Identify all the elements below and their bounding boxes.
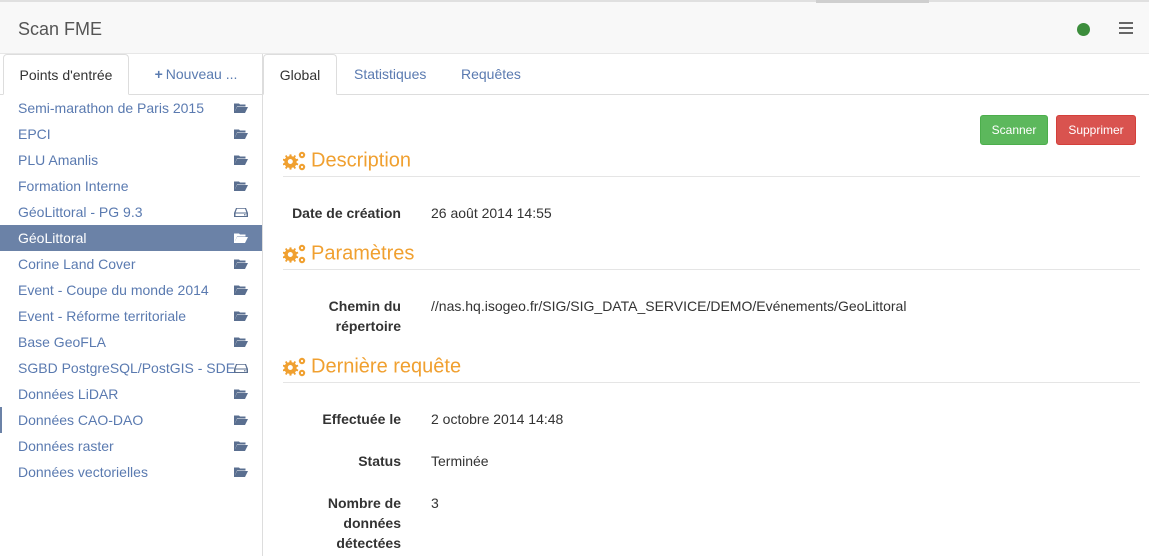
folder-open-icon[interactable] [234, 389, 248, 399]
done-value: 2 octobre 2014 14:48 [431, 411, 564, 427]
database-icon[interactable] [234, 363, 248, 373]
entry-item[interactable]: EPCI [0, 121, 262, 147]
database-icon[interactable] [234, 207, 248, 217]
top-accent-bar [816, 0, 929, 3]
description-title: Description [311, 149, 412, 172]
detail-panel: Global Statistiques Requêtes Scanner Sup… [263, 54, 1149, 556]
last-request-heading: Dernière requête [283, 353, 1140, 383]
parameters-heading: Paramètres [283, 240, 1140, 270]
entry-label: Formation Interne [18, 178, 129, 194]
entry-item[interactable]: Données vectorielles [0, 459, 262, 485]
folder-open-icon[interactable] [234, 103, 248, 113]
tab-global[interactable]: Global [263, 54, 337, 95]
entry-label: Données raster [18, 438, 114, 454]
entry-item[interactable]: Event - Réforme territoriale [0, 303, 262, 329]
entry-label: Base GeoFLA [18, 334, 106, 350]
entry-label: PLU Amanlis [18, 152, 99, 168]
gears-icon [283, 150, 307, 172]
entry-points-panel: Points d'entrée + Nouveau ... Semi-marath… [0, 54, 263, 556]
entry-item[interactable]: Formation Interne [0, 173, 262, 199]
status-dot-icon [1077, 23, 1090, 36]
top-navbar: Scan FME [0, 0, 1149, 54]
hamburger-icon[interactable] [1119, 22, 1133, 36]
status-value: Terminée [431, 453, 489, 469]
plus-icon: + [154, 66, 163, 82]
last-request-title: Dernière requête [311, 355, 462, 378]
entry-label: Event - Coupe du monde 2014 [18, 282, 209, 298]
folder-open-icon[interactable] [234, 441, 248, 451]
count-label: Nombre de données détectées [327, 495, 401, 551]
entry-label: EPCI [18, 126, 51, 142]
entry-label: Event - Réforme territoriale [18, 308, 187, 324]
entry-item[interactable]: Données LiDAR [0, 381, 262, 407]
gears-icon [283, 243, 307, 265]
count-value: 3 [431, 495, 439, 511]
folder-open-icon[interactable] [234, 155, 248, 165]
scan-button[interactable]: Scanner [980, 115, 1048, 145]
folder-open-icon[interactable] [234, 181, 248, 191]
entry-item[interactable]: Semi-marathon de Paris 2015 [0, 95, 262, 121]
path-label: Chemin du répertoire [328, 298, 401, 334]
entry-item[interactable]: Données raster [0, 433, 262, 459]
entry-item[interactable]: SGBD PostgreSQL/PostGIS - SDE [0, 355, 262, 381]
gears-icon [283, 356, 307, 378]
entry-item[interactable]: GéoLittoral [0, 225, 262, 251]
entry-label: GéoLittoral - PG 9.3 [18, 204, 143, 220]
description-heading: Description [283, 147, 1140, 177]
entry-item[interactable]: Event - Coupe du monde 2014 [0, 277, 262, 303]
entry-label: Semi-marathon de Paris 2015 [18, 100, 204, 116]
entry-item[interactable]: Corine Land Cover [0, 251, 262, 277]
tab-requests[interactable]: Requêtes [461, 54, 521, 95]
app-title[interactable]: Scan FME [18, 19, 102, 40]
entry-label: GéoLittoral [18, 230, 87, 246]
left-tabs: Points d'entrée + Nouveau ... [0, 54, 262, 95]
folder-open-icon[interactable] [234, 285, 248, 295]
entry-item[interactable]: PLU Amanlis [0, 147, 262, 173]
tab-entry-points[interactable]: Points d'entrée [3, 54, 129, 95]
folder-open-icon[interactable] [234, 415, 248, 425]
folder-open-icon[interactable] [234, 467, 248, 477]
done-label: Effectuée le [322, 411, 401, 427]
entry-label: SGBD PostgreSQL/PostGIS - SDE [18, 360, 236, 376]
tab-new-label: Nouveau ... [165, 66, 238, 82]
entry-item[interactable]: Données CAO-DAO [0, 407, 262, 433]
entry-list: Semi-marathon de Paris 2015 EPCI PLU Amanl… [0, 95, 262, 485]
tab-statistics[interactable]: Statistiques [354, 54, 426, 95]
folder-open-icon[interactable] [234, 129, 248, 139]
entry-label: Données vectorielles [18, 464, 148, 480]
tab-new-entry[interactable]: + Nouveau ... [130, 54, 262, 95]
entry-item[interactable]: Base GeoFLA [0, 329, 262, 355]
entry-item[interactable]: GéoLittoral - PG 9.3 [0, 199, 262, 225]
created-value: 26 août 2014 14:55 [431, 205, 552, 221]
detail-tabs: Global Statistiques Requêtes [263, 54, 1149, 95]
folder-open-icon[interactable] [234, 311, 248, 321]
created-label: Date de création [292, 205, 401, 221]
folder-open-icon[interactable] [234, 259, 248, 269]
parameters-title: Paramètres [311, 242, 415, 265]
entry-label: Corine Land Cover [18, 256, 136, 272]
folder-open-icon[interactable] [234, 233, 248, 243]
delete-button[interactable]: Supprimer [1056, 115, 1136, 145]
entry-label: Données CAO-DAO [18, 412, 144, 428]
path-value: //nas.hq.isogeo.fr/SIG/SIG_DATA_SERVICE/… [431, 298, 907, 314]
folder-open-icon[interactable] [234, 337, 248, 347]
entry-label: Données LiDAR [18, 386, 119, 402]
status-label: Status [358, 453, 401, 469]
